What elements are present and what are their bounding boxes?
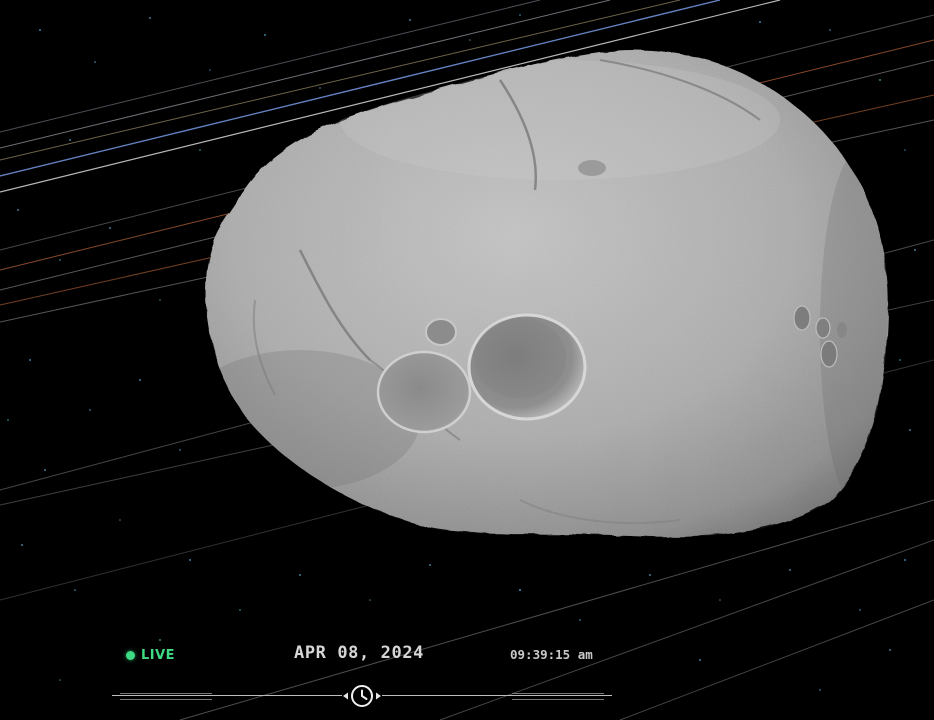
timeline-forward-zone[interactable] <box>512 693 604 700</box>
crater-medium <box>376 350 472 434</box>
timeline-rewind-zone[interactable] <box>120 693 212 700</box>
current-date: APR 08, 2024 <box>294 643 425 663</box>
asteroid-scene[interactable] <box>0 0 934 720</box>
clock-icon <box>342 685 382 707</box>
live-dot-icon <box>126 650 135 660</box>
live-label: LIVE <box>141 647 176 663</box>
scrubber-handle[interactable] <box>340 684 384 708</box>
crater-small <box>425 318 457 346</box>
live-indicator[interactable]: LIVE <box>126 645 175 665</box>
time-scrubber[interactable] <box>112 684 612 708</box>
current-time: 09:39:15 am <box>510 647 593 662</box>
